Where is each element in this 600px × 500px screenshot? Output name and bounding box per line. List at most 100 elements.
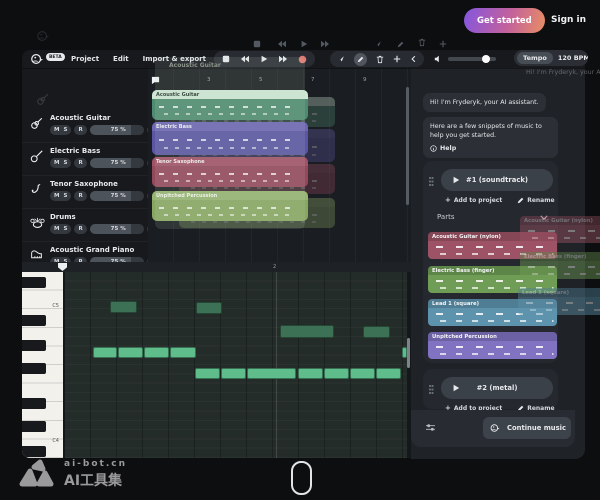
snippet-2-play-pill[interactable]: #2 (metal) [441,377,553,399]
midi-note[interactable] [350,368,375,379]
note-grid[interactable] [65,272,407,458]
add-to-project-button[interactable]: +Add to project [445,196,502,204]
midi-note[interactable] [324,368,349,379]
midi-note[interactable] [195,368,220,379]
midi-note[interactable] [93,347,117,358]
piano-roll-ruler[interactable]: 2 [22,262,411,272]
part-label: Electric Bass (finger) [428,266,557,275]
timeline-scrollbar[interactable] [406,87,409,205]
midi-note[interactable] [196,302,222,314]
track-row[interactable]: Drums M S R 75 % + [22,208,148,242]
pencil-icon [517,197,524,204]
settings-sliders-icon[interactable] [425,423,436,432]
continue-music-button[interactable]: Continue music [483,417,571,439]
arrangement-timeline[interactable]: 3579 Acoustic Guitar Electric Bass Tenor… [148,68,411,263]
playhead-marker[interactable] [58,263,67,271]
volume-slider[interactable] [448,57,496,61]
record-arm-button[interactable]: R [74,158,86,168]
track-volume[interactable]: 75 % [90,224,144,234]
speaker-icon[interactable] [434,55,442,63]
beta-badge: BETA [46,53,65,61]
black-key[interactable] [22,446,46,457]
piano-keys[interactable]: C5C4 [22,272,63,458]
timeline-clip[interactable]: Tenor Saxophone [152,157,308,187]
rename-button[interactable]: Rename [517,197,554,204]
snippet-1-links: +Add to project Rename [445,196,555,204]
black-key[interactable] [22,421,46,432]
select-tool-button[interactable] [337,55,345,63]
black-key[interactable] [22,398,46,409]
ghost-greeting-text: Hi! I'm Fryderyk, your AI assistant. [526,69,600,76]
midi-note[interactable] [298,368,323,379]
drag-handle-icon[interactable] [429,177,434,186]
midi-note[interactable] [170,347,196,358]
midi-note[interactable] [221,368,246,379]
snippet-1-play-pill[interactable]: #1 (soundtrack) [441,169,553,191]
help-link[interactable]: Help [430,144,551,153]
get-started-button[interactable]: Get started [464,8,545,33]
mute-button[interactable]: M [54,226,59,232]
black-key[interactable] [22,277,46,288]
part-card[interactable]: Electric Bass (finger) [428,266,557,293]
menu-item-project[interactable]: Project [68,55,102,63]
mute-button[interactable]: M [54,160,59,166]
piano-roll-scrollbar[interactable] [407,338,410,368]
midi-note[interactable] [118,347,143,358]
part-card[interactable]: Acoustic Guitar (nylon) [428,232,557,259]
sign-in-link[interactable]: Sign in [551,15,586,25]
track-volume[interactable]: 75 % [90,158,144,168]
midi-note[interactable] [144,347,169,358]
track-row[interactable]: Electric Bass M S R 75 % + [22,142,148,176]
timeline-clip[interactable]: Acoustic Guitar [152,90,308,120]
black-key[interactable] [22,363,46,374]
delete-tool-button[interactable] [376,55,384,64]
add-tool-button[interactable] [393,55,401,63]
solo-button[interactable]: S [63,193,67,199]
mute-solo-buttons[interactable]: M S [50,224,71,234]
play-button[interactable] [260,55,268,63]
comment-marker-icon[interactable] [151,76,160,85]
mute-solo-buttons[interactable]: M S [50,125,71,135]
tempo-control[interactable]: Tempo 120 BPM [514,50,588,66]
track-volume[interactable]: 75 % [90,125,144,135]
draw-tool-button[interactable] [354,53,367,66]
midi-note[interactable] [376,368,401,379]
black-key[interactable] [22,315,46,326]
track-volume[interactable]: 75 % [90,191,144,201]
ruler-number: 5 [259,77,263,83]
record-arm-button[interactable]: R [74,125,86,135]
record-arm-button[interactable]: R [74,191,86,201]
menu-item-import-export[interactable]: Import & export [140,55,209,63]
solo-button[interactable]: S [63,226,67,232]
fast-forward-button[interactable] [278,55,288,63]
mute-button[interactable]: M [54,127,59,133]
mute-solo-buttons[interactable]: M S [50,158,71,168]
midi-note[interactable] [247,368,296,379]
midi-note[interactable] [110,301,137,313]
midi-note[interactable] [280,325,334,338]
part-card[interactable]: Unpitched Percussion [428,332,557,359]
solo-button[interactable]: S [63,160,67,166]
drag-handle-icon[interactable] [429,385,434,394]
timeline-clip[interactable]: Electric Bass [152,122,308,155]
sax-icon [30,183,42,196]
timeline-clip[interactable]: Unpitched Percussion [152,191,308,221]
chevron-down-icon [540,215,548,220]
record-arm-button[interactable]: R [74,224,86,234]
mute-button[interactable]: M [54,193,59,199]
menu-item-edit[interactable]: Edit [110,55,132,63]
rewind-button[interactable] [240,55,250,63]
mute-solo-buttons[interactable]: M S [50,191,71,201]
black-key[interactable] [22,340,46,351]
track-row[interactable]: Acoustic Guitar M S R 75 % + [22,109,148,143]
watermark-name: AI工具集 [64,470,127,490]
midi-note[interactable] [363,326,390,338]
track-row[interactable]: Tenor Saxophone M S R 75 % + [22,175,148,209]
stop-button[interactable] [222,55,230,63]
parts-header[interactable]: Parts [437,213,548,221]
record-button[interactable] [298,55,307,64]
part-card[interactable]: Lead 1 (square) [428,299,557,326]
solo-button[interactable]: S [63,127,67,133]
collapse-button[interactable] [410,55,417,63]
volume-knob[interactable] [482,55,490,63]
